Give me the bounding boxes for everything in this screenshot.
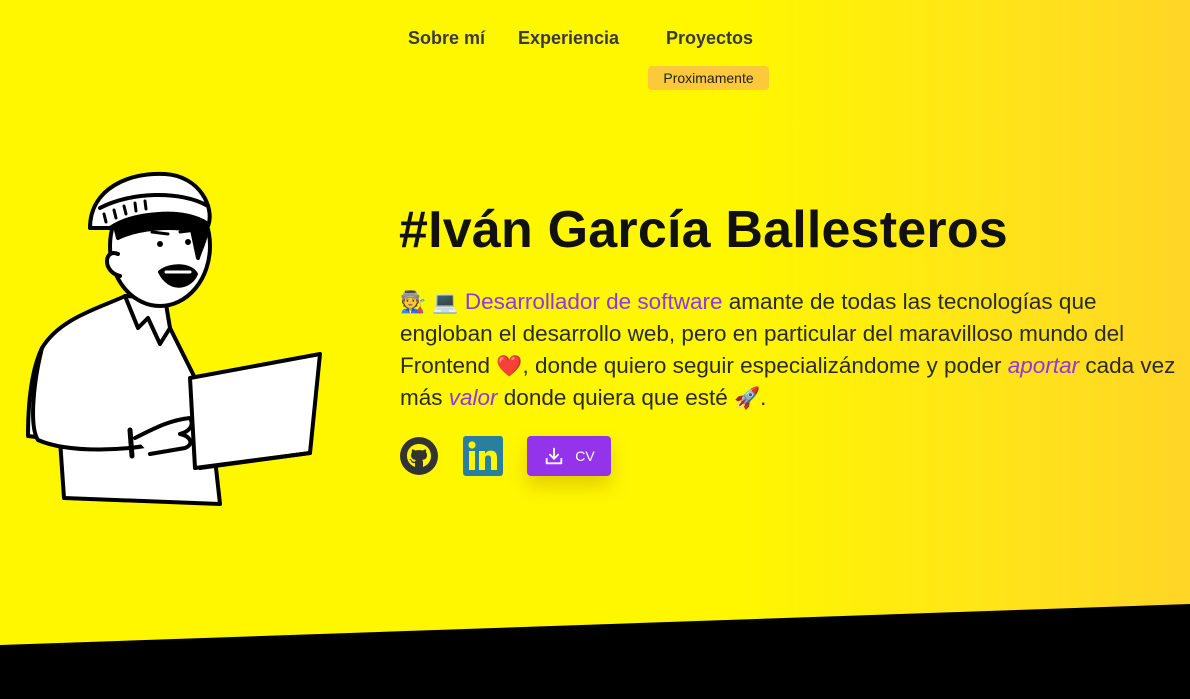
hero-title: #Iván García Ballesteros <box>399 201 1008 259</box>
bottom-section-divider <box>0 604 1190 699</box>
top-nav: Sobre mí Experiencia Proyectos <box>0 28 1190 58</box>
cv-label: CV <box>575 448 595 464</box>
page: Sobre mí Experiencia Proyectos Proximame… <box>0 0 1190 699</box>
description-text-4: donde quiera que esté <box>497 385 734 410</box>
download-icon <box>546 447 563 465</box>
download-cv-button[interactable]: CV <box>527 436 611 476</box>
developer-illustration <box>26 171 322 506</box>
aportar-highlight: aportar <box>1007 353 1080 378</box>
linkedin-icon[interactable] <box>463 436 503 476</box>
description-text-2: , donde quiero seguir especializándome y… <box>522 353 1008 378</box>
nav-item-experience[interactable]: Experiencia <box>518 28 619 49</box>
heart-emoji: ❤️ <box>496 354 523 378</box>
nav-item-projects[interactable]: Proyectos <box>666 28 753 49</box>
worker-emoji: 🧑‍🏭 <box>400 290 427 314</box>
coming-soon-badge: Proximamente <box>648 66 769 90</box>
description-text-5: . <box>760 385 767 410</box>
role-highlight: Desarrollador de software <box>464 289 723 314</box>
laptop-emoji: 💻 <box>432 290 459 314</box>
hero-description: 🧑‍🏭 💻 Desarrollador de software amante d… <box>400 286 1185 414</box>
nav-item-about[interactable]: Sobre mí <box>408 28 485 49</box>
valor-highlight: valor <box>448 385 498 410</box>
github-icon[interactable] <box>399 436 439 476</box>
rocket-emoji: 🚀 <box>733 386 761 410</box>
